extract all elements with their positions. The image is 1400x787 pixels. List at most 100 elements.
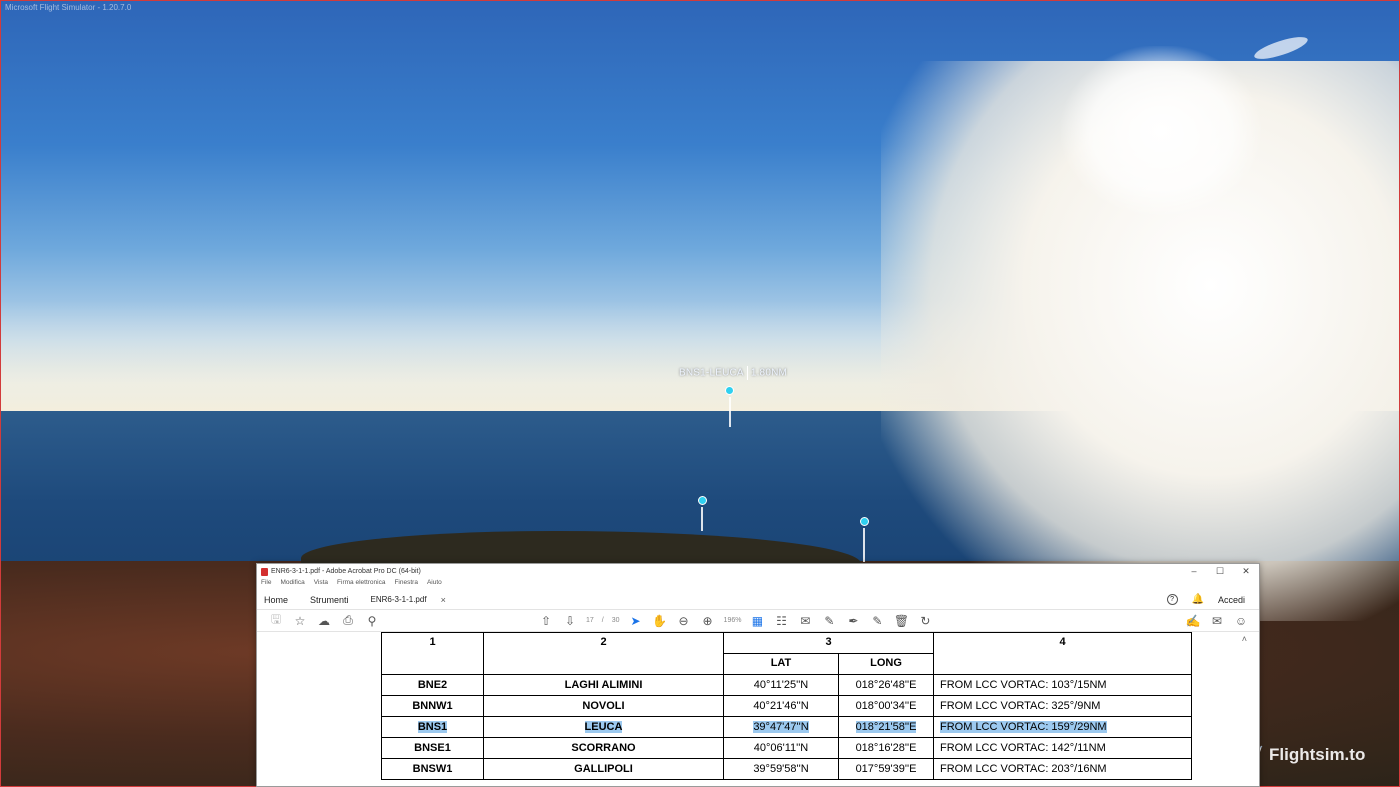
selected-text: BNS1 xyxy=(417,721,448,733)
cell-lat: 40°21'46''N xyxy=(723,695,839,717)
delete-icon[interactable]: 🗑 xyxy=(889,614,913,628)
poi-stem xyxy=(701,507,703,531)
waypoint-distance: 1.80NM xyxy=(750,367,788,379)
header-long: LONG xyxy=(838,653,934,675)
table-row: BNSW1 GALLIPOLI 39°59'58''N 017°59'39''E… xyxy=(381,758,1192,780)
menu-view[interactable]: Vista xyxy=(314,579,328,590)
selected-text: 018°21'58''E xyxy=(855,721,917,733)
selected-text: LEUCA xyxy=(584,721,623,733)
cell-ref: FROM LCC VORTAC: 103°/15NM xyxy=(933,674,1192,696)
pen-icon[interactable]: ✎ xyxy=(817,614,841,628)
table-row: BNSE1 SCORRANO 40°06'11''N 018°16'28''E … xyxy=(381,737,1192,759)
tab-bar: Home Strumenti ENR6-3-1-1.pdf × ? 🔔 Acce… xyxy=(257,590,1259,610)
tab-document[interactable]: ENR6-3-1-1.pdf xyxy=(371,595,427,604)
cell-long: 018°00'34''E xyxy=(838,695,934,717)
zoom-in-icon[interactable]: ⊕ xyxy=(696,614,720,628)
notifications-bell-icon[interactable]: 🔔 xyxy=(1192,594,1204,605)
acrobat-titlebar[interactable]: ENR6-3-1-1.pdf - Adobe Acrobat Pro DC (6… xyxy=(257,564,1259,579)
stamp-icon[interactable]: ✎ xyxy=(865,614,889,628)
game-window-title: Microsoft Flight Simulator - 1.20.7.0 xyxy=(5,3,132,12)
poi-marker-icon[interactable] xyxy=(698,496,707,505)
waypoint-name: BNS1-LEUCA xyxy=(679,367,744,379)
cell-ref: FROM LCC VORTAC: 159°/29NM xyxy=(933,716,1192,738)
poi-stem xyxy=(863,528,865,562)
cell-name: LEUCA xyxy=(483,716,724,738)
select-cursor-icon[interactable]: ➤ xyxy=(624,614,648,628)
fit-page-icon[interactable]: ▦ xyxy=(745,614,769,628)
menu-help[interactable]: Aiuto xyxy=(427,579,442,590)
search-icon[interactable]: ⚲ xyxy=(360,614,384,628)
signin-button[interactable]: Accedi xyxy=(1218,595,1245,605)
hand-tool-icon[interactable]: ✋ xyxy=(648,614,672,628)
cell-name: NOVOLI xyxy=(483,695,724,717)
header-col1: 1 xyxy=(381,632,484,675)
cell-name: LAGHI ALIMINI xyxy=(483,674,724,696)
cloud-top xyxy=(1061,46,1261,216)
menu-edit[interactable]: Modifica xyxy=(280,579,304,590)
close-button[interactable]: ✕ xyxy=(1233,566,1259,577)
scroll-up-icon[interactable]: ˄ xyxy=(1242,634,1247,644)
cell-name: GALLIPOLI xyxy=(483,758,724,780)
table-row: BNNW1 NOVOLI 40°21'46''N 018°00'34''E FR… xyxy=(381,695,1192,717)
cell-lat: 40°06'11''N xyxy=(723,737,839,759)
page-down-icon[interactable]: ⇩ xyxy=(558,614,582,628)
waypoint-marker-icon[interactable] xyxy=(725,386,734,395)
tab-tools[interactable]: Strumenti xyxy=(310,595,349,605)
window-title: ENR6-3-1-1.pdf - Adobe Acrobat Pro DC (6… xyxy=(271,568,421,575)
cell-lat: 40°11'25''N xyxy=(723,674,839,696)
waypoint-table: 1 2 3 4 LAT LONG BNE2 LAGHI ALIMINI 40°1… xyxy=(381,632,1192,780)
cell-lat: 39°47'47''N xyxy=(723,716,839,738)
document-page[interactable]: ˄ 1 2 3 4 LAT LONG BNE2 LAGHI ALIMINI 40… xyxy=(257,632,1259,786)
cloud-upload-icon[interactable]: ☁ xyxy=(312,614,336,628)
table-row: BNE2 LAGHI ALIMINI 40°11'25''N 018°26'48… xyxy=(381,674,1192,696)
page-up-icon[interactable]: ⇧ xyxy=(534,614,558,628)
cell-id: BNSE1 xyxy=(381,737,484,759)
table-row-selected: BNS1 LEUCA 39°47'47''N 018°21'58''E FROM… xyxy=(381,716,1192,738)
menu-bar: File Modifica Vista Firma elettronica Fi… xyxy=(257,579,1259,590)
mail-icon[interactable]: ✉ xyxy=(1205,614,1229,628)
menu-window[interactable]: Finestra xyxy=(394,579,417,590)
cell-id: BNE2 xyxy=(381,674,484,696)
acrobat-window[interactable]: ENR6-3-1-1.pdf - Adobe Acrobat Pro DC (6… xyxy=(256,563,1260,787)
cell-long: 017°59'39''E xyxy=(838,758,934,780)
waypoint-label: BNS1-LEUCA 1.80NM xyxy=(679,366,787,380)
save-icon[interactable]: 🖫 xyxy=(264,610,288,631)
zoom-level-select[interactable]: 196% xyxy=(720,617,746,624)
cell-id: BNS1 xyxy=(381,716,484,738)
header-lat: LAT xyxy=(723,653,839,675)
cell-id: BNSW1 xyxy=(381,758,484,780)
header-col3: 3 xyxy=(723,632,934,654)
cell-ref: FROM LCC VORTAC: 203°/16NM xyxy=(933,758,1192,780)
cell-long: 018°26'48''E xyxy=(838,674,934,696)
page-number-input[interactable]: 17 xyxy=(582,617,598,624)
bookmark-star-icon[interactable]: ☆ xyxy=(288,614,312,628)
minimize-button[interactable]: – xyxy=(1181,566,1207,577)
selected-text: 39°47'47''N xyxy=(753,721,809,733)
cell-id: BNNW1 xyxy=(381,695,484,717)
sign-icon[interactable]: ✍ xyxy=(1181,614,1205,628)
comment-icon[interactable]: ✉ xyxy=(793,614,817,628)
help-icon[interactable]: ? xyxy=(1166,594,1178,605)
acrobat-toolbar: 🖫 ☆ ☁ ⎙ ⚲ ⇧ ⇩ 17 / 30 ➤ ✋ ⊖ ⊕ 196% ▦ ☷ ✉… xyxy=(257,610,1259,632)
page-total: 30 xyxy=(611,617,620,624)
menu-file[interactable]: File xyxy=(261,579,271,590)
cell-ref: FROM LCC VORTAC: 325°/9NM xyxy=(933,695,1192,717)
cell-long: 018°16'28''E xyxy=(838,737,934,759)
tab-home[interactable]: Home xyxy=(264,595,288,605)
watermark-text: Flightsim.to xyxy=(1269,745,1366,764)
menu-esign[interactable]: Firma elettronica xyxy=(337,579,385,590)
waypoint-stem xyxy=(729,397,731,427)
cell-ref: FROM LCC VORTAC: 142°/11NM xyxy=(933,737,1192,759)
cell-long: 018°21'58''E xyxy=(838,716,934,738)
tab-close-icon[interactable]: × xyxy=(441,595,446,605)
print-icon[interactable]: ⎙ xyxy=(336,613,360,628)
account-icon[interactable]: ☺ xyxy=(1229,614,1253,628)
rotate-icon[interactable]: ↻ xyxy=(913,614,937,628)
pdf-icon xyxy=(261,567,268,576)
maximize-button[interactable]: ☐ xyxy=(1207,566,1233,577)
cell-name: SCORRANO xyxy=(483,737,724,759)
scroll-mode-icon[interactable]: ☷ xyxy=(769,614,793,628)
zoom-out-icon[interactable]: ⊖ xyxy=(672,614,696,628)
highlight-icon[interactable]: ✒ xyxy=(841,614,865,628)
poi-marker-icon[interactable] xyxy=(860,517,869,526)
